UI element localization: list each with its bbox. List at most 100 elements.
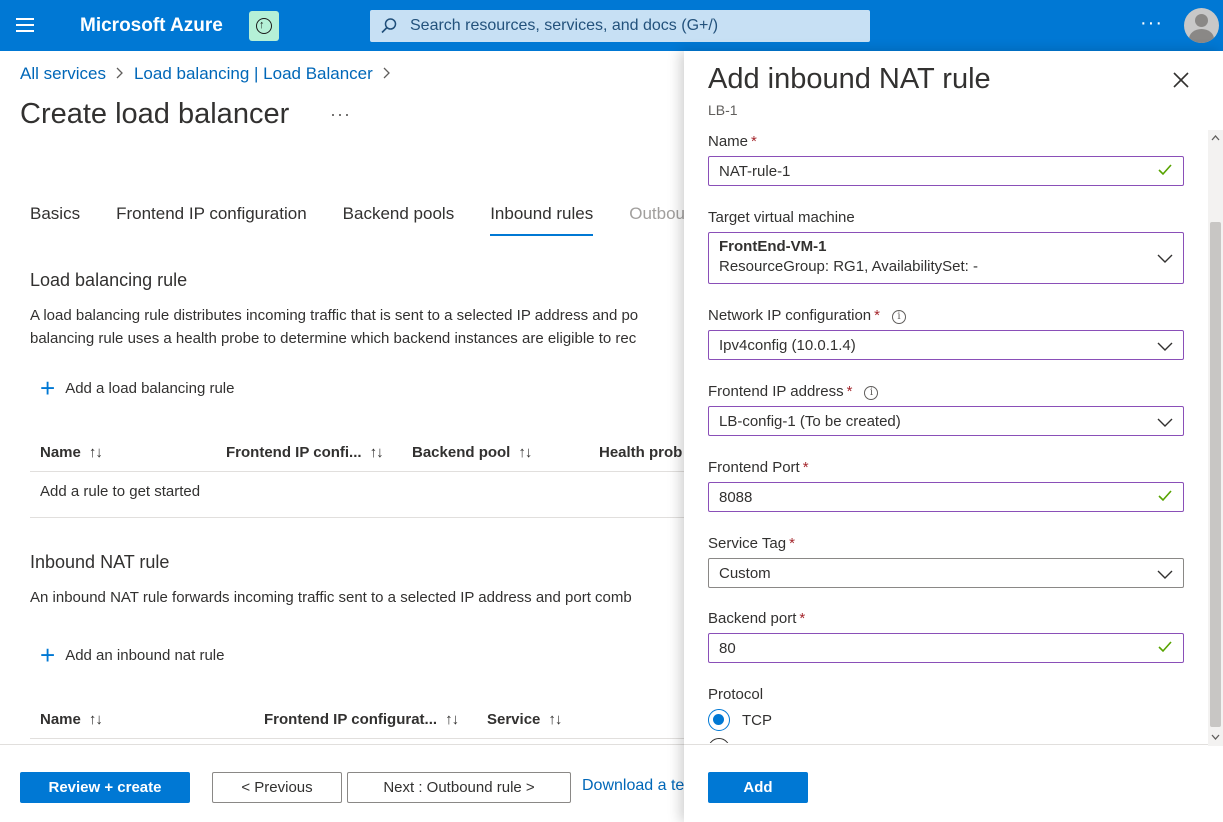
column-header-frontend-ip[interactable]: Frontend IP configurat... ↑↓ xyxy=(264,711,459,728)
sort-icon: ↑↓ xyxy=(548,711,562,728)
nat-rule-table-header: Name ↑↓ Frontend IP configurat... ↑↓ Servi… xyxy=(30,701,684,739)
lb-rule-desc-line2: balancing rule uses a health probe to de… xyxy=(30,330,637,347)
protocol-option-label: TCP xyxy=(742,711,772,729)
service-tag-dropdown[interactable]: Custom xyxy=(708,558,1184,588)
scrollbar-thumb[interactable] xyxy=(1210,222,1221,727)
radio-button[interactable] xyxy=(708,738,730,743)
target-vm-name: FrontEnd-VM-1 xyxy=(719,238,827,255)
required-marker: * xyxy=(802,459,809,476)
panel-subtitle: LB-1 xyxy=(708,102,738,118)
tab-bar: Basics Frontend IP configuration Backend… xyxy=(30,204,721,236)
lb-rule-table-header: Name ↑↓ Frontend IP confi... ↑↓ Backend po… xyxy=(30,434,684,472)
tab-inbound-rules[interactable]: Inbound rules xyxy=(490,204,594,236)
breadcrumb-load-balancing[interactable]: Load balancing | Load Balancer xyxy=(134,64,373,84)
sort-icon: ↑↓ xyxy=(369,444,384,461)
chevron-right-icon xyxy=(116,66,124,83)
chevron-down-icon xyxy=(1157,415,1173,432)
sort-icon: ↑↓ xyxy=(88,711,103,728)
lb-rule-desc-line1: A load balancing rule distributes incomi… xyxy=(30,307,639,324)
frontend-ip-label: Frontend IP address * i xyxy=(708,383,879,400)
protocol-label: Protocol xyxy=(708,686,764,703)
section-title-lb-rule: Load balancing rule xyxy=(30,270,188,290)
next-outbound-rule-button[interactable]: Next : Outbound rule > xyxy=(347,772,571,803)
protocol-option-udp[interactable] xyxy=(708,738,742,743)
scroll-up-icon[interactable] xyxy=(1211,134,1220,143)
wizard-footer: Review + create < Previous Next : Outbou… xyxy=(0,744,684,822)
sort-icon: ↑↓ xyxy=(88,444,103,461)
lb-rule-description: A load balancing rule distributes incomi… xyxy=(30,304,684,350)
required-marker: * xyxy=(874,307,880,324)
add-lb-rule-label: Add a load balancing rule xyxy=(65,379,235,397)
frontend-port-input[interactable]: 8088 xyxy=(708,482,1184,512)
sort-icon: ↑↓ xyxy=(445,711,459,728)
column-header-service[interactable]: Service ↑↓ xyxy=(487,711,562,728)
plus-icon: + xyxy=(40,373,56,403)
previous-button[interactable]: < Previous xyxy=(212,772,342,803)
info-icon[interactable]: i xyxy=(891,310,906,324)
brand-title[interactable]: Microsoft Azure xyxy=(80,15,223,37)
service-tag-label: Service Tag * xyxy=(708,535,795,552)
sort-icon: ↑↓ xyxy=(518,444,532,461)
checkmark-icon xyxy=(1157,163,1173,181)
frontend-port-label: Frontend Port * xyxy=(708,459,809,476)
required-marker: * xyxy=(751,133,757,150)
required-marker: * xyxy=(846,383,853,400)
nat-rule-description: An inbound NAT rule forwards incoming tr… xyxy=(30,589,632,606)
tab-basics[interactable]: Basics xyxy=(30,204,80,236)
panel-title: Add inbound NAT rule xyxy=(708,63,991,95)
column-header-health-probe[interactable]: Health prob xyxy=(599,444,682,461)
breadcrumb-all-services[interactable]: All services xyxy=(20,64,106,84)
tab-backend-pools[interactable]: Backend pools xyxy=(343,204,455,236)
column-header-name[interactable]: Name ↑↓ xyxy=(40,711,103,728)
frontend-ip-dropdown[interactable]: LB-config-1 (To be created) xyxy=(708,406,1184,436)
checkmark-icon xyxy=(1157,489,1173,507)
review-create-button[interactable]: Review + create xyxy=(20,772,190,803)
page-title: Create load balancer xyxy=(20,98,290,130)
empty-table-row: Add a rule to get started xyxy=(30,474,684,518)
required-marker: * xyxy=(789,535,795,552)
target-vm-dropdown[interactable]: FrontEnd-VM-1 ResourceGroup: RG1, Availa… xyxy=(708,232,1184,284)
more-icon[interactable]: ··· xyxy=(1140,12,1163,35)
download-template-link[interactable]: Download a te xyxy=(582,777,684,795)
network-ip-config-label: Network IP configuration * i xyxy=(708,307,906,324)
chevron-down-icon xyxy=(1157,339,1173,356)
chevron-right-icon xyxy=(383,66,391,83)
tab-frontend-ip-configuration[interactable]: Frontend IP configuration xyxy=(116,204,307,236)
panel-scrollbar[interactable] xyxy=(1208,130,1223,746)
plus-icon: + xyxy=(40,640,56,670)
network-ip-config-dropdown[interactable]: Ipv4config (10.0.1.4) xyxy=(708,330,1184,360)
hamburger-menu-icon[interactable] xyxy=(16,18,34,32)
close-icon[interactable] xyxy=(1172,71,1192,91)
top-bar: Microsoft Azure ↑ ··· xyxy=(0,0,1223,51)
panel-footer: Add xyxy=(684,744,1223,822)
checkmark-icon xyxy=(1157,640,1173,658)
avatar[interactable] xyxy=(1184,8,1219,43)
add-nat-rule-button[interactable]: + Add an inbound nat rule xyxy=(40,640,225,670)
name-input[interactable]: NAT-rule-1 xyxy=(708,156,1184,186)
add-inbound-nat-rule-panel: Add inbound NAT rule LB-1 Name * NAT-rule… xyxy=(684,51,1223,822)
required-marker: * xyxy=(799,610,806,627)
section-title-nat-rule: Inbound NAT rule xyxy=(30,552,170,572)
more-options-icon[interactable]: ··· xyxy=(330,104,351,125)
chevron-down-icon xyxy=(1157,251,1173,268)
info-icon[interactable]: i xyxy=(864,386,879,400)
tab-outbound-rules[interactable]: Outbou xyxy=(629,204,685,236)
scroll-down-icon[interactable] xyxy=(1211,733,1220,742)
upgrade-icon[interactable]: ↑ xyxy=(249,11,279,41)
search-input[interactable] xyxy=(410,17,850,35)
name-label: Name * xyxy=(708,133,757,150)
column-header-frontend-ip[interactable]: Frontend IP confi... ↑↓ xyxy=(226,444,384,461)
search-box[interactable] xyxy=(370,10,870,42)
column-header-name[interactable]: Name ↑↓ xyxy=(40,444,103,461)
add-nat-rule-label: Add an inbound nat rule xyxy=(65,646,225,664)
backend-port-label: Backend port * xyxy=(708,610,806,627)
arrow-up-icon: ↑ xyxy=(259,19,265,31)
add-lb-rule-button[interactable]: + Add a load balancing rule xyxy=(40,373,235,403)
chevron-down-icon xyxy=(1157,567,1173,584)
radio-button-selected[interactable] xyxy=(708,709,730,731)
backend-port-input[interactable]: 80 xyxy=(708,633,1184,663)
protocol-option-tcp[interactable]: TCP xyxy=(708,709,772,731)
column-header-backend-pool[interactable]: Backend pool ↑↓ xyxy=(412,444,532,461)
search-icon xyxy=(380,17,402,35)
add-button[interactable]: Add xyxy=(708,772,808,803)
